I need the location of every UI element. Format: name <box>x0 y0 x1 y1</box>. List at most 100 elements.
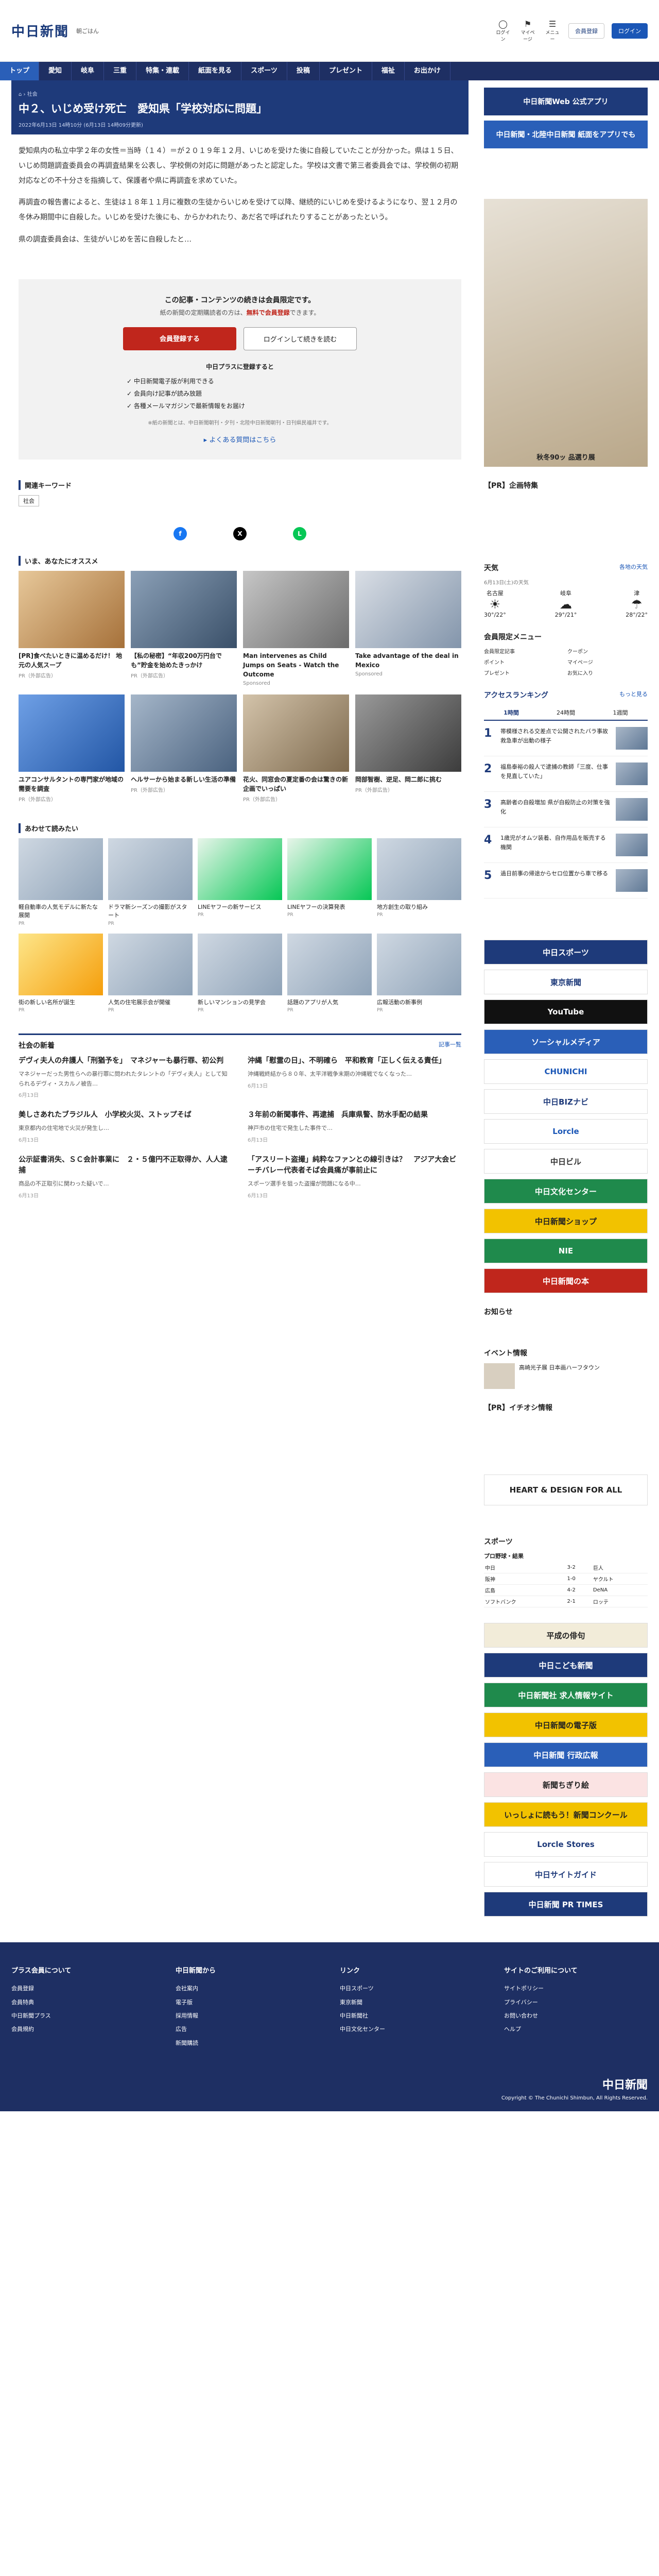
sidebar-banner[interactable]: CHUNICHI <box>484 1059 648 1084</box>
ranking-tab[interactable]: 24時間 <box>539 705 593 720</box>
sidebar-banner[interactable]: 中日BIZナビ <box>484 1089 648 1114</box>
footer-link[interactable]: 中日文化センター <box>340 2023 483 2036</box>
promo-banner[interactable]: 秋冬90ッ 品選り展 <box>484 199 648 467</box>
nav-mie[interactable]: 三重 <box>104 62 137 80</box>
related-card[interactable]: ドラマ新シーズンの撮影がスタート PR <box>108 838 193 926</box>
event-item[interactable]: 高崎光子展 日本画ハーフタウン <box>484 1363 648 1389</box>
sidebar-banner[interactable]: ソーシャルメディア <box>484 1029 648 1054</box>
member-link[interactable]: 会員限定記事 <box>484 647 564 655</box>
ranking-tab[interactable]: 1週間 <box>593 705 648 720</box>
weather-more-link[interactable]: 各地の天気 <box>619 563 648 573</box>
sidebar-banner-2[interactable]: いっしょに読もう！新聞コンクール <box>484 1802 648 1827</box>
nav-paper[interactable]: 紙面を見る <box>189 62 242 80</box>
sidebar-banner-2[interactable]: 新聞ちぎり絵 <box>484 1772 648 1797</box>
footer-link[interactable]: プライバシー <box>504 1996 648 2009</box>
ranking-item[interactable]: 3 高齢者の自殺増加 県が自殺防止の対策を強化 <box>484 792 648 827</box>
ranking-tab[interactable]: 1時間 <box>484 705 539 720</box>
footer-link[interactable]: 中日新聞社 <box>340 2009 483 2023</box>
related-card[interactable]: 街の新しい名所が誕生 PR <box>19 933 103 1013</box>
member-link[interactable]: ポイント <box>484 658 564 666</box>
social-news-item[interactable]: デヴィ夫人の弁護人「刑猶予を」 マネジャーも暴行罪、初公判 マネジャーだった男性ら… <box>19 1056 232 1098</box>
login-icon[interactable]: ◯ ログイン <box>494 19 512 42</box>
sidebar-banner[interactable]: 東京新聞 <box>484 970 648 994</box>
related-card[interactable]: 人気の住宅展示会が開催 PR <box>108 933 193 1013</box>
member-link[interactable]: クーポン <box>567 647 648 655</box>
sidebar-banner-2[interactable]: 中日新聞の電子版 <box>484 1713 648 1737</box>
footer-link[interactable]: 東京新聞 <box>340 1996 483 2009</box>
recommend-card[interactable]: 【私の秘密】“年収200万円台でも”貯金を始めたきっかけ PR（外部広告） <box>131 570 237 686</box>
nav-feature[interactable]: 特集・連載 <box>136 62 189 80</box>
sidebar-banner-2[interactable]: 中日新聞 行政広報 <box>484 1742 648 1767</box>
footer-link[interactable]: サイトポリシー <box>504 1982 648 1995</box>
footer-logo[interactable]: 中日新聞 <box>11 2076 648 2092</box>
sidebar-banner-2[interactable]: 平成の俳句 <box>484 1623 648 1648</box>
recommend-card[interactable]: [PR]食べたいときに温めるだけ！ 地元の人気スープ PR（外部広告） <box>19 570 125 686</box>
app-banner-2[interactable]: 中日新聞・北陸中日新聞 紙面をアプリでも <box>484 121 648 148</box>
member-link[interactable]: お気に入り <box>567 669 648 676</box>
social-news-item[interactable]: 「アスリート盗撮」純粋なファンとの線引きは？ アジア大会ビーチバレー代表者そば会… <box>248 1155 461 1199</box>
sidebar-banner-2[interactable]: Lorcle Stores <box>484 1832 648 1857</box>
heart-banner[interactable]: HEART & DESIGN FOR ALL <box>484 1475 648 1505</box>
sidebar-banner[interactable]: 中日スポーツ <box>484 940 648 964</box>
footer-link[interactable]: ヘルプ <box>504 2023 648 2036</box>
nav-gifu[interactable]: 岐阜 <box>72 62 105 80</box>
sidebar-banner[interactable]: 中日新聞の本 <box>484 1268 648 1293</box>
line-share-icon[interactable]: L <box>293 527 306 540</box>
social-more-link[interactable]: 記事一覧 <box>439 1040 461 1050</box>
related-card[interactable]: 話題のアプリが人気 PR <box>287 933 372 1013</box>
nav-sports[interactable]: スポーツ <box>241 62 287 80</box>
footer-link[interactable]: 中日新聞プラス <box>11 2009 155 2023</box>
nav-present[interactable]: プレゼント <box>320 62 372 80</box>
recommend-card[interactable]: 花火、同窓会の夏定番の会は驚きの新企画でいっぱい PR（外部広告） <box>243 694 349 803</box>
related-card[interactable]: 軽自動車の人気モデルに新たな展開 PR <box>19 838 103 926</box>
sidebar-banner[interactable]: NIE <box>484 1239 648 1263</box>
ranking-item[interactable]: 1 帯模様される交差点で公開されたバラ事故 救急車が出動の様子 <box>484 721 648 756</box>
recommend-card[interactable]: ヘルサーから始まる新しい生活の準備 PR（外部広告） <box>131 694 237 803</box>
sidebar-banner-2[interactable]: 中日サイトガイド <box>484 1862 648 1887</box>
faq-link[interactable]: ▸ よくある質問はこちら <box>31 434 449 444</box>
social-news-item[interactable]: ３年前の新聞事件、再逮捕 兵庫県警、防水手配の結果 神戸市の住宅で発生した事件で…… <box>248 1110 461 1143</box>
related-card[interactable]: LINEヤフーの新サービス PR <box>198 838 282 926</box>
sidebar-banner-2[interactable]: 中日こども新聞 <box>484 1653 648 1677</box>
footer-link[interactable]: お問い合わせ <box>504 2009 648 2023</box>
footer-link[interactable]: 新聞購読 <box>176 2037 319 2050</box>
footer-link[interactable]: 電子版 <box>176 1996 319 2009</box>
nav-welfare[interactable]: 福祉 <box>372 62 405 80</box>
member-link[interactable]: プレゼント <box>484 669 564 676</box>
sidebar-banner-2[interactable]: 中日新聞社 求人情報サイト <box>484 1683 648 1707</box>
related-card[interactable]: 地方創生の取り組み PR <box>377 838 461 926</box>
related-card[interactable]: 広報活動の新事例 PR <box>377 933 461 1013</box>
ranking-item[interactable]: 5 過日前事の帰途からセロ位置から車で移る <box>484 863 648 899</box>
site-logo[interactable]: 中日新聞 <box>11 21 69 40</box>
social-news-item[interactable]: 公示証書消失、ＳＣ会計事業に ２・５億円不正取得か、人人逮捕 商品の不正取引に関わ… <box>19 1155 232 1199</box>
breadcrumb[interactable]: ⌂ › 社会 <box>19 90 461 97</box>
x-share-icon[interactable]: X <box>233 527 247 540</box>
footer-link[interactable]: 採用情報 <box>176 2009 319 2023</box>
footer-link[interactable]: 広告 <box>176 2023 319 2036</box>
ranking-item[interactable]: 2 福島泰裕の殺人で逮捕の教師「三度、仕事を見直していた」 <box>484 756 648 792</box>
ranking-item[interactable]: 4 1歳児がオムツ装着、自作用品を販売する機関 <box>484 827 648 863</box>
footer-link[interactable]: 会員登録 <box>11 1982 155 1995</box>
register-button[interactable]: 会員登録 <box>568 23 604 39</box>
nav-aichi[interactable]: 愛知 <box>39 62 72 80</box>
sidebar-banner-2[interactable]: 中日新聞 PR TIMES <box>484 1892 648 1917</box>
mypage-icon[interactable]: ⚑ マイページ <box>519 19 536 42</box>
recommend-card[interactable]: Take advantage of the deal in Mexico Spon… <box>355 570 461 686</box>
recommend-card[interactable]: Man intervenes as Child Jumps on Seats -… <box>243 570 349 686</box>
related-card[interactable]: LINEヤフーの決算発表 PR <box>287 838 372 926</box>
sidebar-banner[interactable]: 中日文化センター <box>484 1179 648 1204</box>
footer-link[interactable]: 会社案内 <box>176 1982 319 1995</box>
login-button[interactable]: ログイン <box>612 23 648 39</box>
app-banner[interactable]: 中日新聞Web 公式アプリ <box>484 88 648 115</box>
recommend-card[interactable]: 岡部智樹、逆足、岡二郎に挑む PR（外部広告） <box>355 694 461 803</box>
sidebar-banner[interactable]: Lorcle <box>484 1119 648 1144</box>
ranking-more-link[interactable]: もっと見る <box>619 690 648 700</box>
facebook-share-icon[interactable]: f <box>174 527 187 540</box>
menu-icon[interactable]: ☰ メニュー <box>544 19 561 42</box>
footer-link[interactable]: 会員規約 <box>11 2023 155 2036</box>
keyword-tag[interactable]: 社会 <box>19 495 39 506</box>
nav-outing[interactable]: お出かけ <box>405 62 450 80</box>
footer-link[interactable]: 中日スポーツ <box>340 1982 483 1995</box>
sidebar-banner[interactable]: 中日新聞ショップ <box>484 1209 648 1233</box>
sidebar-banner[interactable]: 中日ビル <box>484 1149 648 1174</box>
